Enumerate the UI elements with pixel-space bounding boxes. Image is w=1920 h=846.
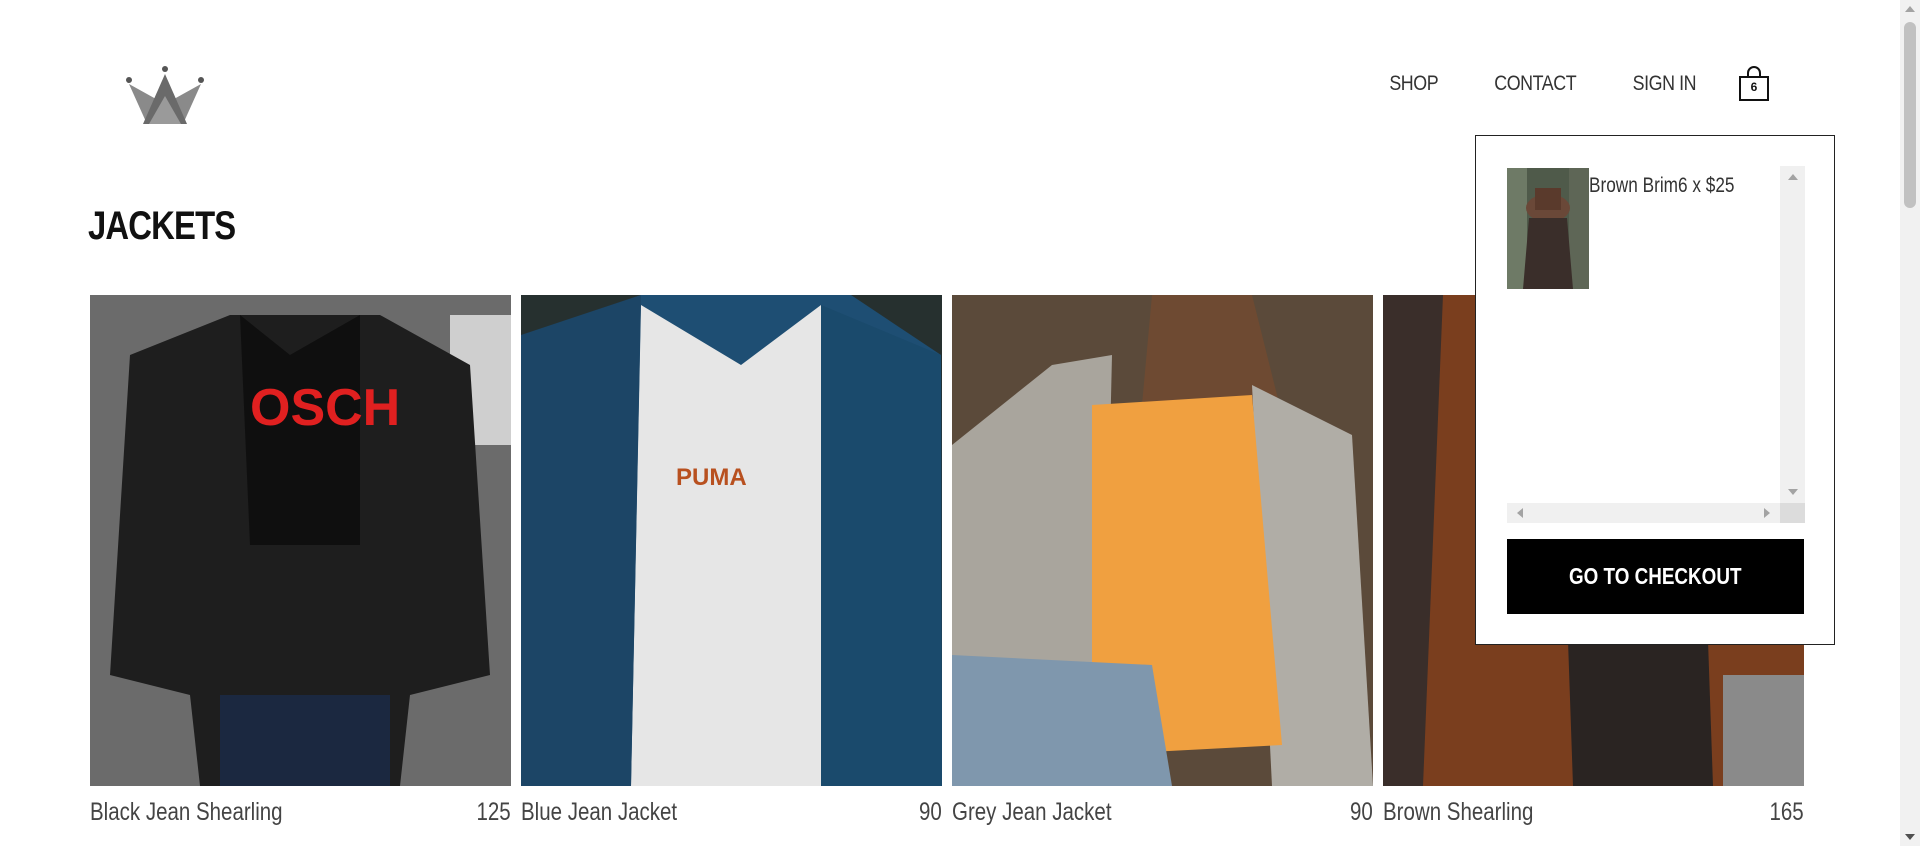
page-title: JACKETS — [88, 204, 236, 248]
product-image[interactable]: PUMA — [521, 295, 942, 786]
nav-contact-link[interactable]: CONTACT — [1494, 72, 1576, 96]
main-nav: SHOP CONTACT SIGN IN 6 — [1341, 66, 1770, 102]
svg-text:OSCH: OSCH — [250, 379, 400, 437]
product-image[interactable]: OSCH — [90, 295, 511, 786]
scrollbar-corner — [1780, 503, 1805, 523]
product-info: Grey Jean Jacket 90 — [952, 798, 1373, 827]
product-name: Grey Jean Jacket — [952, 798, 1112, 826]
page-scroll-down-icon[interactable] — [1905, 834, 1915, 840]
cart-dropdown: Brown Brim6 x $25 GO TO CHECKOUT — [1475, 135, 1835, 645]
scroll-up-icon[interactable] — [1788, 174, 1798, 180]
scroll-down-icon[interactable] — [1788, 489, 1798, 495]
scroll-left-icon[interactable] — [1517, 508, 1523, 518]
product-name: Brown Shearling — [1383, 798, 1534, 826]
grey-jacket-photo — [952, 295, 1373, 786]
page-scroll-thumb[interactable] — [1904, 22, 1916, 208]
page-scrollbar[interactable] — [1900, 0, 1920, 846]
product-price: 165 — [1769, 798, 1804, 826]
vertical-scrollbar[interactable] — [1780, 166, 1805, 503]
black-jacket-photo: OSCH — [90, 295, 511, 786]
product-card[interactable]: OSCH Black Jean Shearling 125 — [90, 295, 511, 827]
site-header: SHOP CONTACT SIGN IN 6 — [0, 0, 1900, 150]
go-to-checkout-button[interactable]: GO TO CHECKOUT — [1507, 539, 1804, 614]
product-info: Brown Shearling 165 — [1383, 798, 1804, 827]
shopping-bag-icon[interactable]: 6 — [1738, 66, 1770, 102]
product-price: 90 — [919, 798, 942, 826]
page-scroll-up-icon[interactable] — [1905, 6, 1915, 12]
horizontal-scrollbar[interactable] — [1507, 503, 1780, 523]
cart-item-details: Brown Brim6 x $25 — [1589, 174, 1735, 197]
product-name: Blue Jean Jacket — [521, 798, 678, 826]
scroll-right-icon[interactable] — [1764, 508, 1770, 518]
blue-jacket-photo: PUMA — [521, 295, 942, 786]
product-price: 90 — [1350, 798, 1373, 826]
checkout-button-label: GO TO CHECKOUT — [1569, 563, 1742, 589]
product-name: Black Jean Shearling — [90, 798, 283, 826]
product-card[interactable]: Grey Jean Jacket 90 — [952, 295, 1373, 827]
product-price: 125 — [476, 798, 511, 826]
product-card[interactable]: PUMA Blue Jean Jacket 90 — [521, 295, 942, 827]
nav-shop-link[interactable]: SHOP — [1390, 72, 1439, 96]
nav-sign-in-link[interactable]: SIGN IN — [1633, 72, 1697, 96]
product-info: Black Jean Shearling 125 — [90, 798, 511, 827]
svg-text:PUMA: PUMA — [676, 464, 747, 491]
crown-logo-icon[interactable] — [125, 66, 205, 128]
cart-items-list[interactable]: Brown Brim6 x $25 — [1507, 166, 1805, 523]
cart-item-image — [1507, 168, 1589, 289]
product-info: Blue Jean Jacket 90 — [521, 798, 942, 827]
brown-brim-photo — [1507, 168, 1589, 289]
cart-item-count: 6 — [1750, 80, 1758, 94]
product-image[interactable] — [952, 295, 1373, 786]
cart-item: Brown Brim6 x $25 — [1507, 168, 1766, 289]
